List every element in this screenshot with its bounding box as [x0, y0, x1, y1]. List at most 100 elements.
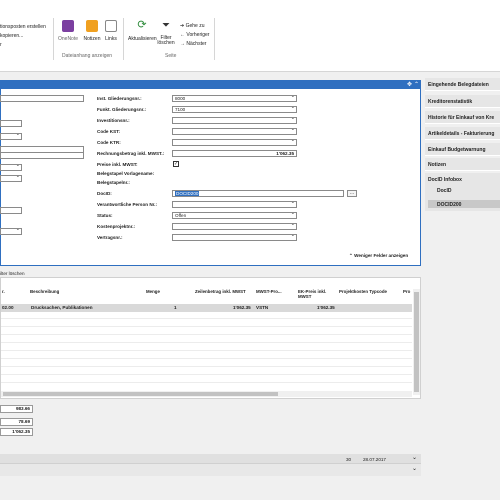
total-excl-vat: 983.66	[0, 405, 33, 413]
left-dropdown-4[interactable]	[0, 228, 22, 235]
onenote-button[interactable]: OneNote	[58, 20, 78, 42]
code-kst-field[interactable]	[172, 128, 297, 135]
factbox-kreditorenstatistik[interactable]: Kreditorenstatistik	[425, 95, 500, 108]
col-header-projektkosten-typcode[interactable]: Projektkosten Typcode	[339, 289, 387, 294]
row-divider	[1, 374, 412, 375]
docid-infobox-value: DOCID200	[437, 202, 462, 208]
row-divider	[1, 334, 412, 335]
col-header-pro[interactable]: Pro	[403, 289, 410, 294]
chevron-down-icon[interactable]: ⌄	[412, 465, 417, 472]
previous-button[interactable]: ← Vorheriger	[180, 32, 209, 38]
clear-filter-button[interactable]: ⏷ Filter löschen	[156, 20, 176, 46]
chevron-down-icon[interactable]: ⌄	[412, 454, 417, 461]
label-inst-gliederungsnr: Inst. Gliederungsnr.:	[97, 96, 142, 101]
docid-infobox-label: DocID	[437, 188, 452, 194]
link-icon	[105, 20, 117, 32]
factbox-eingehende-belegdateien[interactable]: Eingehende Belegdateien	[425, 78, 500, 91]
ribbon-action-other[interactable]: r	[0, 42, 2, 48]
rechnungsbetrag-field[interactable]: 1'062.35	[172, 150, 297, 157]
docid-infobox-row[interactable]: DOCID200	[428, 200, 500, 208]
left-dropdown-3[interactable]	[0, 175, 22, 182]
status-field[interactable]: Offen	[172, 212, 297, 219]
row-divider	[1, 350, 412, 351]
funkt-gliederungsnr-field[interactable]: 7100	[172, 106, 297, 113]
left-field-4[interactable]	[0, 152, 84, 159]
general-fasttab: ✥ ⌃ Inst. Gliederungsnr.: 8000 Funkt. Gl…	[0, 80, 421, 266]
docid-selected-text: DOCID200	[175, 191, 200, 196]
factbox-artikeldetails[interactable]: Artikeldetails - Fakturierung	[425, 127, 500, 140]
label-code-kst: Code KST:	[97, 129, 120, 134]
label-status: Status:	[97, 213, 113, 218]
code-ktr-field[interactable]	[172, 139, 297, 146]
left-dropdown-2[interactable]	[0, 164, 22, 171]
label-rechnungsbetrag: Rechnungsbetrag inkl. MWST.:	[97, 151, 165, 156]
group-label-attachments: Dateianhang anzeigen	[62, 53, 113, 59]
row-divider	[1, 358, 412, 359]
cell-quantity: 1	[174, 305, 177, 310]
refresh-button[interactable]: ⟳ Aktualisieren	[128, 20, 157, 43]
group-label-page: Seite	[165, 53, 177, 59]
left-field-2[interactable]	[0, 120, 22, 127]
vertical-scrollbar-thumb[interactable]	[414, 292, 419, 392]
col-header-ek-preis[interactable]: EK-Preis inkl. MWST	[298, 289, 336, 299]
horizontal-scrollbar-thumb[interactable]	[3, 392, 278, 396]
fewer-fields-link[interactable]: ⌃ Weniger Felder anzeigen	[349, 253, 408, 259]
onenote-icon	[62, 20, 74, 32]
ribbon-action-copy[interactable]: kopieren...	[0, 33, 23, 39]
label-verantwortliche-person: Verantwortliche Person Nr.:	[97, 202, 157, 207]
links-button[interactable]: Links	[104, 20, 118, 42]
left-dropdown-1[interactable]	[0, 133, 22, 140]
footer-date: 28.07.2017	[363, 457, 386, 462]
cell-vat-posting: VSTN	[256, 305, 269, 310]
kostenprojektnr-field[interactable]	[172, 223, 297, 230]
ribbon-separator	[53, 18, 54, 60]
investitionsnr-field[interactable]	[172, 117, 297, 124]
factbox-historie-einkauf[interactable]: Historie für Einkauf von Kre	[425, 111, 500, 124]
docid-field[interactable]: DOCID200	[172, 190, 344, 197]
row-divider	[1, 342, 412, 343]
left-field-1[interactable]	[0, 95, 84, 102]
ribbon-separator	[123, 18, 124, 60]
ribbon: tionsposten erstellen kopieren... r OneN…	[0, 0, 500, 72]
col-header-nr[interactable]: r.	[2, 289, 5, 294]
lines-subpage: r. Beschreibung Menge Zeilenbetrag inkl.…	[0, 277, 421, 399]
footer-row: 30 28.07.2017 ⌄	[0, 454, 421, 464]
docid-lookup-button[interactable]: …	[347, 190, 357, 197]
label-kostenprojektnr: Kostenprojektnr.:	[97, 224, 136, 229]
label-funkt-gliederungsnr: Funkt. Gliederungsnr.:	[97, 107, 147, 112]
notes-button[interactable]: Notizen	[82, 20, 102, 42]
row-divider	[1, 326, 412, 327]
col-header-beschreibung[interactable]: Beschreibung	[30, 289, 59, 294]
factbox-einkauf-budgetwarnung[interactable]: Einkauf Budgetwarnung	[425, 143, 500, 156]
goto-button[interactable]: ➔ Gehe zu	[180, 23, 205, 29]
col-header-menge[interactable]: Menge	[146, 289, 160, 294]
label-vertragsnr: Vertragsnr.:	[97, 235, 123, 240]
pin-icon[interactable]: ✥	[407, 81, 412, 88]
docid-infobox-title[interactable]: DocID Infobox	[428, 177, 462, 183]
verantwortliche-person-field[interactable]	[172, 201, 297, 208]
factbox-docid-infobox: DocID Infobox DocID DOCID200	[425, 173, 500, 211]
next-button[interactable]: → Nächster	[180, 41, 206, 47]
label-docid: DocID:	[97, 191, 112, 196]
label-belegstapelnr: Belegstapelnr.:	[97, 180, 130, 185]
ribbon-action-create-entries[interactable]: tionsposten erstellen	[0, 24, 46, 30]
col-header-zeilenbetrag[interactable]: Zeilenbetrag inkl. MWST	[195, 289, 246, 294]
vertragsnr-field[interactable]	[172, 234, 297, 241]
ribbon-separator	[214, 18, 215, 60]
preise-inkl-mwst-checkbox[interactable]: ✓	[173, 161, 179, 167]
col-header-mwst-pro[interactable]: MWST-Pro...	[256, 289, 282, 294]
label-belegstapel-vorlagename: Belegstapel Vorlagename:	[97, 171, 155, 176]
label-code-ktr: Code KTR:	[97, 140, 121, 145]
inst-gliederungsnr-field[interactable]: 8000	[172, 95, 297, 102]
horizontal-scrollbar[interactable]	[1, 391, 412, 397]
cell-price: 1'062.35	[317, 305, 335, 310]
lines-clear-filter[interactable]: ilter löschen	[0, 271, 25, 276]
collapse-icon[interactable]: ⌃	[414, 81, 419, 88]
vertical-scrollbar[interactable]	[413, 289, 420, 395]
row-divider	[1, 382, 412, 383]
factbox-notizen[interactable]: Notizen	[425, 158, 500, 171]
left-field-5[interactable]	[0, 207, 22, 214]
table-row[interactable]: 02.00 Drucksachen, Publikationen 1 1'062…	[1, 304, 412, 312]
cell-amount: 1'062.35	[233, 305, 251, 310]
note-icon	[86, 20, 98, 32]
